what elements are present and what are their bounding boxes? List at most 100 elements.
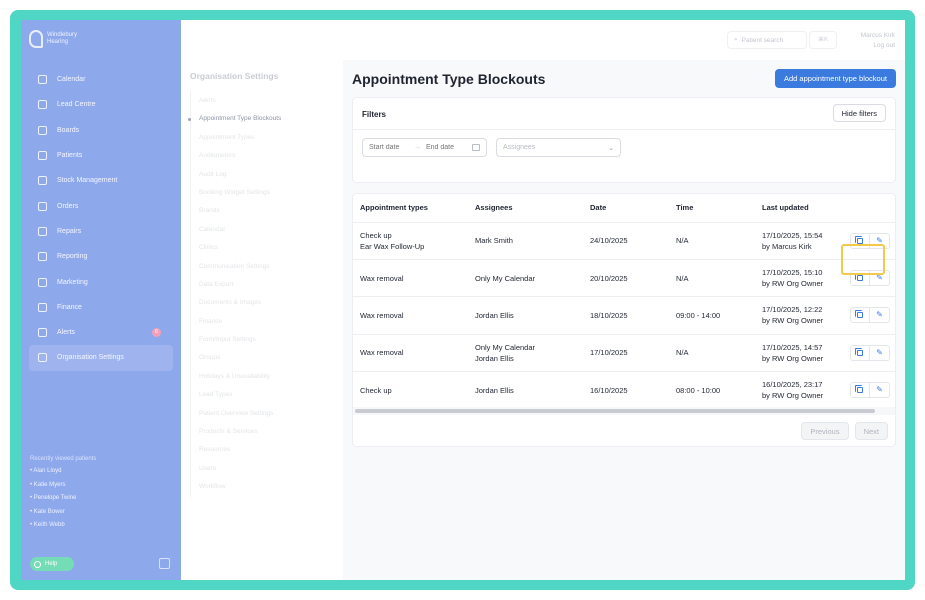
horizontal-scrollbar[interactable] xyxy=(355,409,875,413)
subnav-item[interactable]: Appointment Types xyxy=(199,129,281,147)
sidebar-item-orders[interactable]: Orders xyxy=(29,193,173,218)
previous-button[interactable]: Previous xyxy=(801,422,849,440)
cell-actions: ✎ xyxy=(843,371,895,410)
edit-button[interactable]: ✎ xyxy=(870,307,890,324)
sidebar-item-calendar[interactable]: Calendar xyxy=(29,67,173,92)
recent-patient-link[interactable]: • Alan Lloyd xyxy=(30,468,96,482)
sidebar-item-reporting[interactable]: Reporting xyxy=(29,244,173,269)
subnav-item[interactable]: Lead Types xyxy=(199,386,281,404)
edit-button[interactable]: ✎ xyxy=(870,382,890,399)
subnav-item[interactable]: Form/Input Settings xyxy=(199,331,281,349)
collapse-sidebar-icon[interactable] xyxy=(159,558,170,569)
sidebar-item-finance[interactable]: Finance xyxy=(29,295,173,320)
subnav-item[interactable]: Groups xyxy=(199,349,281,367)
subnav-item[interactable]: Audit Log xyxy=(199,166,281,184)
help-icon xyxy=(34,560,41,568)
subnav-item[interactable]: Workflow xyxy=(199,478,281,496)
cell-appointment-types-line: Check up xyxy=(360,385,392,395)
subnav-item[interactable]: Finance xyxy=(199,313,281,331)
subnav-item[interactable]: Booking Widget Settings xyxy=(199,184,281,202)
sidebar-item-alerts[interactable]: Alerts 6 xyxy=(29,320,173,345)
help-button[interactable]: Help xyxy=(30,557,74,571)
subnav-item[interactable]: Users xyxy=(199,460,281,478)
duplicate-button[interactable] xyxy=(850,382,870,399)
duplicate-button[interactable] xyxy=(850,307,870,324)
recent-patient-link[interactable]: • Katie Myers xyxy=(30,482,96,496)
help-label: Help xyxy=(45,561,58,567)
duplicate-button[interactable] xyxy=(850,344,870,361)
filters-divider xyxy=(353,129,895,130)
subnav-item[interactable]: Appointment Type Blockouts xyxy=(187,110,281,128)
patient-search-input[interactable]: ⌕ Patient search xyxy=(727,31,807,49)
table-row[interactable]: Wax removal Only My Calendar 20/10/2025 N/A… xyxy=(353,259,895,298)
cell-assignees: Only My Calendar Jordan Ellis xyxy=(468,334,583,373)
start-date-input[interactable] xyxy=(369,144,409,151)
app-window: Windlebury Hearing Calendar Lead Centre Bo… xyxy=(21,20,905,580)
edit-button[interactable]: ✎ xyxy=(870,344,890,361)
recent-patient-link[interactable]: • Kate Bower xyxy=(30,509,96,523)
subnav-item[interactable]: Data Export xyxy=(199,276,281,294)
table-row[interactable]: Check up Jordan Ellis 16/10/2025 08:00 - 10… xyxy=(353,371,895,410)
date-range-picker[interactable]: → xyxy=(362,138,487,157)
subnav-item[interactable]: Resources xyxy=(199,441,281,459)
cell-last-updated: 17/10/2025, 14:57 by RW Org Owner xyxy=(755,334,843,373)
sidebar-item-label: Reporting xyxy=(57,253,88,261)
subnav-item[interactable]: Communication Settings xyxy=(199,258,281,276)
header-appointment-types[interactable]: Appointment types xyxy=(353,194,468,223)
duplicate-button[interactable] xyxy=(850,232,870,249)
table-row[interactable]: Wax removal Only My Calendar Jordan Ellis 1… xyxy=(353,334,895,373)
sidebar-item-organisation-settings[interactable]: Organisation Settings xyxy=(29,345,173,371)
subnav-item[interactable]: Documents & Images xyxy=(199,294,281,312)
sidebar-item-lead-centre[interactable]: Lead Centre xyxy=(29,92,173,117)
subnav-item[interactable]: Patient Overview Settings xyxy=(199,405,281,423)
header-date[interactable]: Date xyxy=(583,194,669,223)
subnav-item[interactable]: Clinics xyxy=(199,239,281,257)
logout-link[interactable]: Log out xyxy=(861,41,895,51)
cell-appointment-types-line: Wax removal xyxy=(360,273,404,283)
cell-last-updated-line: 17/10/2025, 12:22 xyxy=(762,305,823,315)
subnav-item[interactable]: Brands xyxy=(199,202,281,220)
subnav-item[interactable]: Calendar xyxy=(199,221,281,239)
header-last-updated[interactable]: Last updated xyxy=(755,194,843,223)
header-assignees[interactable]: Assignees xyxy=(468,194,583,223)
end-date-input[interactable] xyxy=(426,144,466,151)
subnav-item[interactable]: Holidays & Unavailability xyxy=(199,368,281,386)
ear-logo-icon xyxy=(29,30,43,48)
subnav-item[interactable]: Audiometers xyxy=(199,147,281,165)
brand-name-line1: Windlebury xyxy=(47,32,78,38)
sidebar-item-repairs[interactable]: Repairs xyxy=(29,219,173,244)
sidebar-item-marketing[interactable]: Marketing xyxy=(29,269,173,294)
patients-icon xyxy=(38,151,47,161)
chevron-down-icon: ⌄ xyxy=(608,144,614,152)
cell-assignees: Only My Calendar xyxy=(468,259,583,298)
hide-filters-button[interactable]: Hide filters xyxy=(832,104,886,122)
cell-appointment-types-line: Ear Wax Follow-Up xyxy=(360,241,425,251)
duplicate-button[interactable] xyxy=(850,270,870,287)
table-row[interactable]: Wax removal Jordan Ellis 18/10/2025 09:00 -… xyxy=(353,296,895,335)
sidebar-item-stock-management[interactable]: Stock Management xyxy=(29,168,173,193)
sidebar-item-boards[interactable]: Boards xyxy=(29,118,173,143)
sidebar-item-label: Stock Management xyxy=(57,177,118,185)
cell-date: 24/10/2025 xyxy=(583,222,669,260)
copy-icon xyxy=(855,385,863,394)
sidebar-item-patients[interactable]: Patients xyxy=(29,143,173,168)
pagination: Previous Next xyxy=(801,422,888,440)
cell-assignees-line: Jordan Ellis xyxy=(475,385,514,395)
edit-button[interactable]: ✎ xyxy=(870,232,890,249)
recent-patient-link[interactable]: • Penelope Twine xyxy=(30,495,96,509)
next-button[interactable]: Next xyxy=(854,422,888,440)
cell-assignees: Jordan Ellis xyxy=(468,371,583,410)
user-name[interactable]: Marcus Kirk xyxy=(861,31,895,41)
brand-logo[interactable]: Windlebury Hearing xyxy=(29,30,77,48)
subnav-item[interactable]: Alerts xyxy=(199,92,281,110)
recent-patient-link[interactable]: • Keith Webb xyxy=(30,522,96,536)
pencil-icon: ✎ xyxy=(876,273,883,283)
add-blockout-button[interactable]: Add appointment type blockout xyxy=(775,69,896,88)
subnav-item[interactable]: Products & Services xyxy=(199,423,281,441)
settings-subnav: Organisation Settings Alerts Appointment … xyxy=(181,60,343,580)
table-row[interactable]: Check up Ear Wax Follow-Up Mark Smith 24/10… xyxy=(353,222,895,260)
edit-button[interactable]: ✎ xyxy=(870,270,890,287)
header-time[interactable]: Time xyxy=(669,194,755,223)
arrow-right-icon: → xyxy=(414,144,421,151)
assignees-select[interactable]: Assignees ⌄ xyxy=(496,138,621,157)
